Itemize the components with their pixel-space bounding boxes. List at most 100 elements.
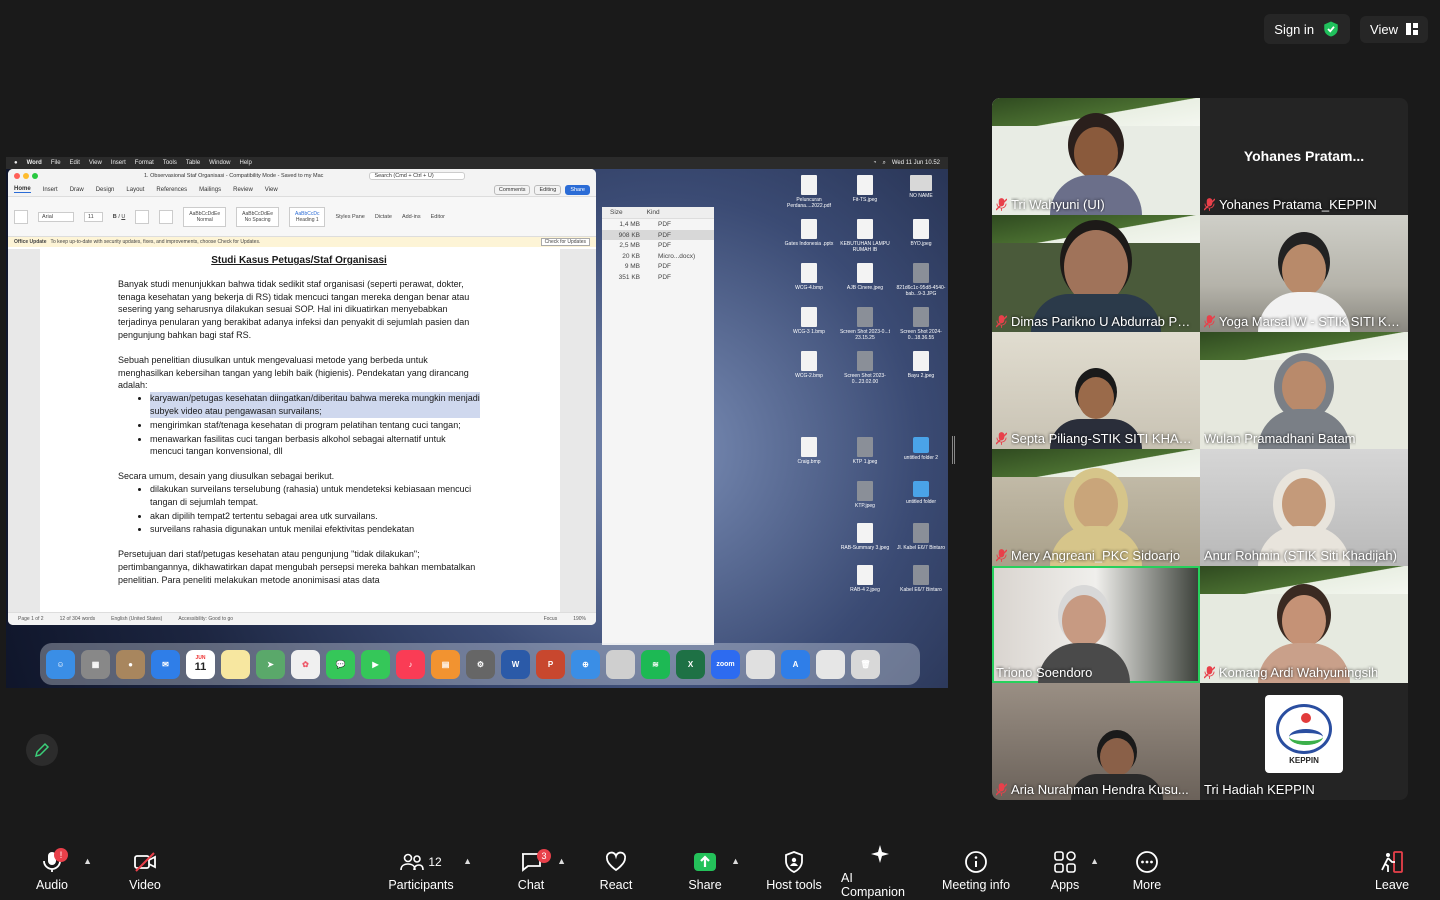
participant-tile-active-speaker[interactable]: Triono Soendoro (992, 566, 1200, 683)
participant-tile[interactable]: Wulan Pramadhani Batam (1200, 332, 1408, 449)
participant-tile[interactable]: Aria Nurahman Hendra Kusu... (992, 683, 1200, 800)
share-caret-icon[interactable]: ▲ (731, 856, 740, 866)
participant-name: Mery Angreani_PKC Sidoarjo (1011, 548, 1181, 563)
settings-icon: ⚙ (466, 649, 495, 679)
messages-icon: 💬 (326, 649, 355, 679)
tab-view: View (264, 186, 278, 193)
folder-icon: untitled folder (892, 481, 948, 505)
mac-menubar: ● Word File Edit View Insert Format Tool… (6, 157, 948, 169)
participants-count: 12 (428, 855, 442, 869)
desktop-file-icon: Gates Indonesia .pptx (780, 219, 838, 247)
leave-button[interactable]: Leave (1374, 842, 1410, 900)
audio-warning-badge: ! (54, 848, 68, 862)
participant-tile[interactable]: Septa Piliang-STIK SITI KHADI... (992, 332, 1200, 449)
chat-caret-icon[interactable]: ▲ (557, 856, 566, 866)
minimize-icon (23, 173, 29, 179)
sign-in-button[interactable]: Sign in (1264, 14, 1351, 44)
list-item: menawarkan fasilitas cuci tangan berbasi… (150, 433, 480, 459)
participant-tile[interactable]: Yohanes Pratam... Yohanes Pratama_KEPPIN (1200, 98, 1408, 215)
participants-button[interactable]: 12 Participants ▲ (388, 842, 472, 900)
align-icon (159, 209, 174, 224)
books-icon: ▤ (431, 649, 460, 679)
participant-name: Yoga Marsal W - STIK SITI KH... (1219, 314, 1402, 329)
meeting-info-button[interactable]: Meeting info (941, 842, 1011, 900)
participant-tile[interactable]: Tri Wahyuni (UI) (992, 98, 1200, 215)
participant-name: Triono Soendoro (996, 665, 1093, 680)
meeting-toolbar: ! Audio ▲ Video 12 Participants ▲ 3 Chat… (0, 842, 1440, 900)
split-handle[interactable] (952, 436, 955, 464)
participant-tile[interactable]: Komang Ardi Wahyuningsih (1200, 566, 1408, 683)
menu-view: View (88, 160, 102, 166)
top-bar: Sign in View (1264, 14, 1428, 44)
annotate-pencil-button[interactable] (26, 734, 58, 766)
doc-list: dilakukan surveilans terselubung (rahasi… (150, 483, 480, 536)
status-zoom: 190% (573, 616, 586, 622)
more-icon (1136, 851, 1158, 873)
participants-caret-icon[interactable]: ▲ (463, 856, 472, 866)
participant-tile[interactable]: Yoga Marsal W - STIK SITI KH... (1200, 215, 1408, 332)
ai-companion-button[interactable]: AI Companion (841, 842, 919, 900)
photos-icon: ✿ (291, 649, 320, 679)
view-button[interactable]: View (1360, 15, 1428, 43)
screenshot-icon (746, 649, 775, 679)
chat-button[interactable]: 3 Chat ▲ (514, 842, 566, 900)
desktop-image-icon: Kabel E6/7 Bintaro (892, 565, 948, 593)
documents-icon (816, 649, 845, 679)
desktop-image-icon: KTP 1.jpeg (836, 437, 894, 465)
participant-gallery: Tri Wahyuni (UI) Yohanes Pratam... Yohan… (992, 98, 1408, 800)
more-button[interactable]: More (1129, 842, 1165, 900)
video-button[interactable]: Video (124, 842, 166, 900)
apps-button[interactable]: Apps ▲ (1049, 842, 1099, 900)
shield-check-icon (1324, 21, 1338, 37)
shared-screen[interactable]: ● Word File Edit View Insert Format Tool… (6, 157, 948, 688)
mic-off-icon (996, 198, 1007, 211)
mail-icon: ✉ (151, 649, 180, 679)
status-page: Page 1 of 2 (18, 616, 44, 622)
document-page: Studi Kasus Petugas/Staf Organisasi Bany… (40, 249, 560, 612)
share-button[interactable]: Share ▲ (688, 842, 740, 900)
document-area: Studi Kasus Petugas/Staf Organisasi Bany… (8, 249, 596, 612)
list-item: surveilans rahasia digunakan untuk menil… (150, 523, 480, 536)
desktop-file-icon: Fit-TS.jpeg (836, 175, 894, 203)
finder-row: 908 KB PDF (602, 229, 714, 240)
leave-label: Leave (1374, 878, 1410, 892)
finder-row: 1,4 MB PDF (619, 221, 671, 228)
keppin-logo-text: KEPPIN (1289, 755, 1319, 765)
participant-tile[interactable]: Dimas Parikno U Abdurrab Pe... (992, 215, 1200, 332)
react-label: React (599, 878, 633, 892)
desktop-file-icon: WCG-4.bmp (780, 263, 838, 291)
apple-icon: ● (14, 160, 18, 166)
search-icon: ⌕ (882, 159, 886, 166)
menu-help: Help (239, 160, 252, 166)
desktop-image-icon: Jl. Kabel E6/7 Bintaro (892, 523, 948, 551)
tab-mailings: Mailings (199, 186, 222, 193)
dictate: Dictate (374, 213, 392, 220)
leave-icon (1381, 851, 1403, 873)
grid-view-icon (1406, 23, 1418, 35)
apps-label: Apps (1050, 878, 1080, 892)
editing-button: Editing (534, 184, 562, 195)
audio-button[interactable]: ! Audio ▲ (30, 842, 92, 900)
participant-tile[interactable]: KEPPIN Tri Hadiah KEPPIN (1200, 683, 1408, 800)
participant-name: Aria Nurahman Hendra Kusu... (1011, 782, 1189, 797)
apps-caret-icon[interactable]: ▲ (1090, 856, 1099, 866)
participant-tile[interactable]: Mery Angreani_PKC Sidoarjo (992, 449, 1200, 566)
doc-paragraph: Persetujuan dari staf/petugas kesehatan … (118, 549, 476, 585)
desktop-image-icon: RAB-Summary 3.jpeg (836, 523, 894, 551)
comments-button: Comments (493, 184, 531, 195)
doc-paragraph: Secara umum, desain yang diusulkan sebag… (118, 471, 335, 482)
audio-label: Audio (36, 878, 68, 892)
audio-caret-icon[interactable]: ▲ (83, 856, 92, 866)
participant-tile[interactable]: Anur Rohmin (STIK Siti Khadijah) (1200, 449, 1408, 566)
menu-edit: Edit (69, 160, 80, 166)
update-text: To keep up-to-date with security updates… (50, 239, 261, 245)
keppin-logo: KEPPIN (1265, 695, 1343, 773)
react-button[interactable]: React (598, 842, 634, 900)
close-icon (14, 173, 20, 179)
menu-file: File (50, 160, 61, 166)
host-tools-button[interactable]: Host tools (766, 842, 822, 900)
desktop-file-icon: Bayu 2.jpeg (892, 351, 948, 379)
list-icon (135, 209, 150, 224)
more-label: More (1132, 878, 1162, 892)
doc-heading: Studi Kasus Petugas/Staf Organisasi (211, 255, 387, 266)
